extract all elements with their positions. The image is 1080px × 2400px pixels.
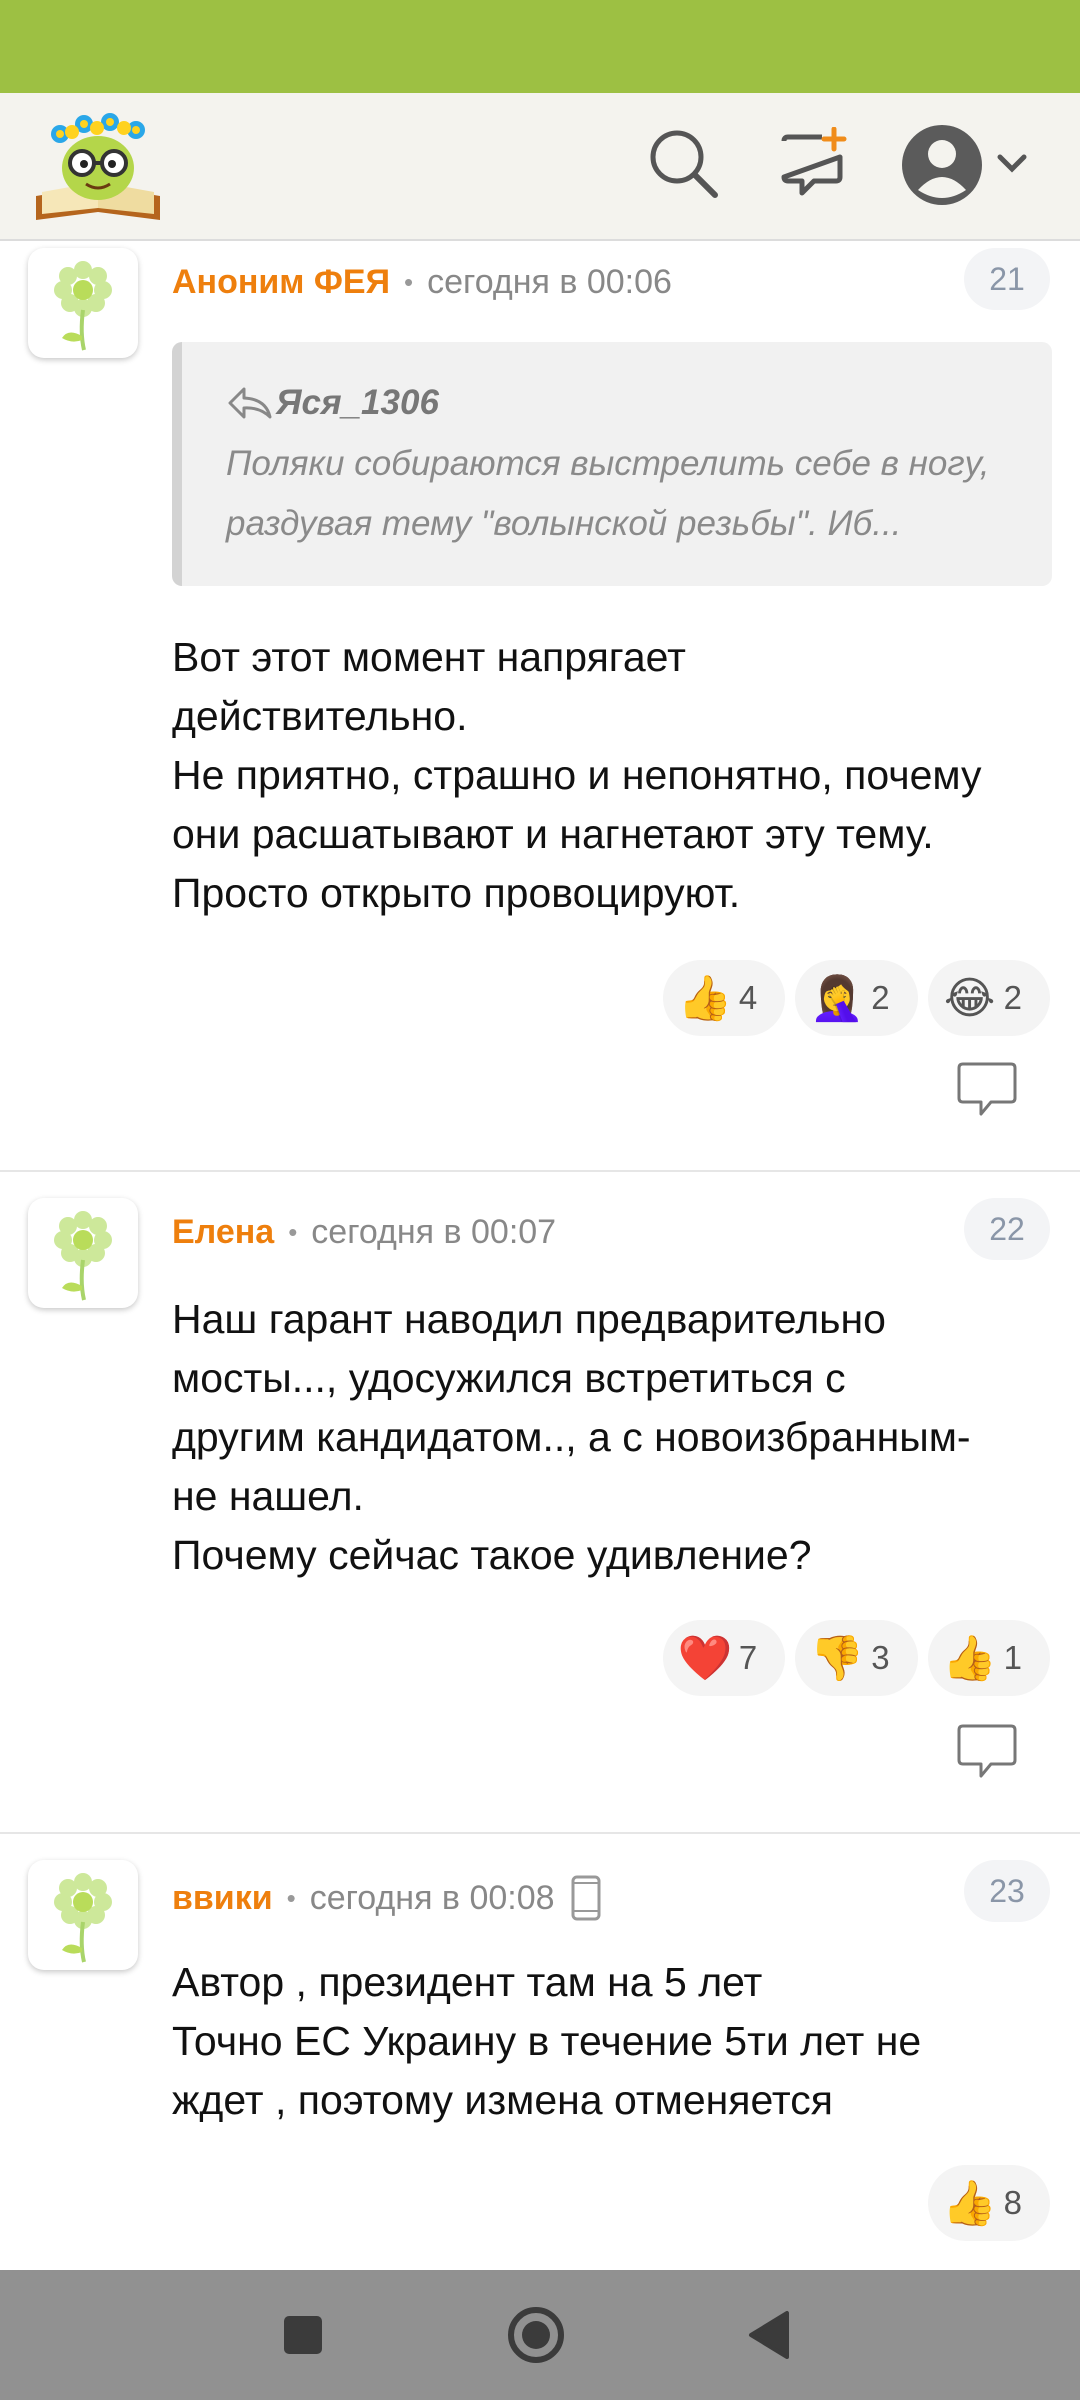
comment-number[interactable]: 23 bbox=[964, 1860, 1050, 1922]
mobile-phone-icon bbox=[571, 1875, 601, 1921]
reaction-thumbs-up[interactable]: 👍 4 bbox=[662, 960, 786, 1036]
reply-icon[interactable] bbox=[955, 1060, 1019, 1120]
comment-time: сегодня в 00:08 bbox=[309, 1879, 555, 1917]
quote-block[interactable]: Яся_1306 Поляки собираются выстрелить се… bbox=[172, 342, 1052, 586]
author-name[interactable]: Елена bbox=[172, 1212, 274, 1252]
reaction-count: 2 bbox=[1003, 979, 1022, 1016]
status-bar bbox=[0, 0, 1080, 93]
reaction-count: 8 bbox=[1003, 2184, 1022, 2221]
user-avatar-flower-icon[interactable] bbox=[28, 1860, 138, 1970]
reaction-thumbs-up[interactable]: 👍 8 bbox=[927, 2165, 1050, 2241]
reaction-count: 7 bbox=[738, 1639, 758, 1676]
comment-time: сегодня в 00:07 bbox=[311, 1213, 557, 1251]
reaction-count: 4 bbox=[738, 979, 758, 1016]
user-avatar-flower-icon[interactable] bbox=[28, 1198, 138, 1308]
comment-line: Просто открыто провоцируют. bbox=[172, 870, 741, 916]
new-message-plus-icon[interactable] bbox=[774, 123, 854, 203]
comment-line: Вот этот момент напрягает bbox=[172, 634, 686, 680]
reply-arrow-icon bbox=[228, 387, 272, 419]
comment-divider bbox=[0, 1832, 1080, 1834]
comment-time: сегодня в 00:06 bbox=[427, 263, 672, 301]
reactions-bar: ❤️ 7 👎 3 👍 1 bbox=[662, 1620, 1050, 1696]
quote-author-name: Яся_1306 bbox=[276, 383, 439, 422]
author-name[interactable]: Аноним ФЕЯ bbox=[172, 262, 390, 302]
square-recents-icon[interactable] bbox=[263, 2295, 343, 2375]
meta-separator: • bbox=[286, 1883, 296, 1913]
comment-meta: ввики • сегодня в 00:08 bbox=[172, 1875, 603, 1921]
reaction-heart[interactable]: ❤️ 7 bbox=[662, 1620, 786, 1696]
comment-line: Почему сейчас такое удивление? bbox=[172, 1532, 812, 1578]
comment-line: ждет , поэтому измена отменяется bbox=[172, 2077, 833, 2123]
meta-separator: • bbox=[404, 267, 414, 297]
comment-line: Автор , президент там на 5 лет bbox=[172, 1959, 763, 2005]
comment-meta: Аноним ФЕЯ • сегодня в 00:06 bbox=[172, 262, 672, 302]
comment-divider bbox=[0, 1170, 1080, 1172]
meta-separator: • bbox=[288, 1217, 298, 1247]
comment-line: мосты..., удосужился встретиться с bbox=[172, 1355, 846, 1401]
thumbs-up-icon: 👍 bbox=[677, 974, 733, 1023]
facepalm-icon: 🤦‍♀️ bbox=[809, 974, 865, 1023]
reaction-facepalm[interactable]: 🤦‍♀️ 2 bbox=[795, 960, 918, 1036]
comment-line: Не приятно, страшно и непонятно, почему bbox=[172, 752, 982, 798]
reaction-count: 1 bbox=[1003, 1639, 1022, 1676]
app-header bbox=[0, 93, 1080, 241]
quote-text: Поляки собираются выстрелить себе в ногу… bbox=[226, 434, 1012, 554]
comment-number[interactable]: 22 bbox=[964, 1198, 1050, 1260]
author-name[interactable]: ввики bbox=[172, 1878, 273, 1918]
comment-line: не нашел. bbox=[172, 1473, 364, 1519]
system-navigation-bar bbox=[0, 2270, 1080, 2400]
quote-line: раздувая тему "волынской резьбы". Иб... bbox=[226, 504, 902, 543]
thumbs-up-icon: 👍 bbox=[942, 2179, 998, 2228]
comment-body: Наш гарант наводил предварительно мосты.… bbox=[172, 1290, 1052, 1585]
comment-number[interactable]: 21 bbox=[964, 248, 1050, 310]
reactions-bar: 👍 8 bbox=[927, 2165, 1050, 2241]
heart-icon: ❤️ bbox=[677, 1634, 733, 1683]
reply-icon[interactable] bbox=[955, 1722, 1019, 1782]
reaction-thumbs-down[interactable]: 👎 3 bbox=[795, 1620, 918, 1696]
reaction-count: 2 bbox=[871, 979, 890, 1016]
comment-line: Наш гарант наводил предварительно bbox=[172, 1296, 886, 1342]
quote-author: Яся_1306 bbox=[226, 380, 1012, 426]
comment-line: другим кандидатом.., а с новоизбранным- bbox=[172, 1414, 971, 1460]
quote-line: Поляки собираются выстрелить себе в ногу… bbox=[226, 444, 990, 483]
profile-menu[interactable] bbox=[900, 120, 1040, 210]
comment-body: Автор , президент там на 5 лет Точно ЕС … bbox=[172, 1953, 1052, 2130]
comment-line: действительно. bbox=[172, 693, 468, 739]
comment-line: они расшатывают и нагнетают эту тему. bbox=[172, 811, 934, 857]
reaction-count: 3 bbox=[871, 1639, 890, 1676]
comment-line: Точно ЕС Украину в течение 5ти лет не bbox=[172, 2018, 922, 2064]
comment-meta: Елена • сегодня в 00:07 bbox=[172, 1212, 556, 1252]
reaction-thumbs-up[interactable]: 👍 1 bbox=[927, 1620, 1050, 1696]
user-avatar-flower-icon[interactable] bbox=[28, 248, 138, 358]
search-icon[interactable] bbox=[643, 123, 723, 203]
comment-body: Вот этот момент напрягает действительно.… bbox=[172, 628, 1052, 923]
thumbs-up-icon: 👍 bbox=[942, 1634, 998, 1683]
reaction-laughing[interactable]: 😂 2 bbox=[927, 960, 1050, 1036]
laughing-tears-icon: 😂 bbox=[943, 973, 996, 1023]
reactions-bar: 👍 4 🤦‍♀️ 2 😂 2 bbox=[662, 960, 1050, 1036]
circle-home-icon[interactable] bbox=[496, 2295, 576, 2375]
triangle-back-icon[interactable] bbox=[729, 2295, 809, 2375]
thumbs-down-icon: 👎 bbox=[809, 1634, 865, 1683]
site-logo-icon[interactable] bbox=[32, 108, 164, 223]
